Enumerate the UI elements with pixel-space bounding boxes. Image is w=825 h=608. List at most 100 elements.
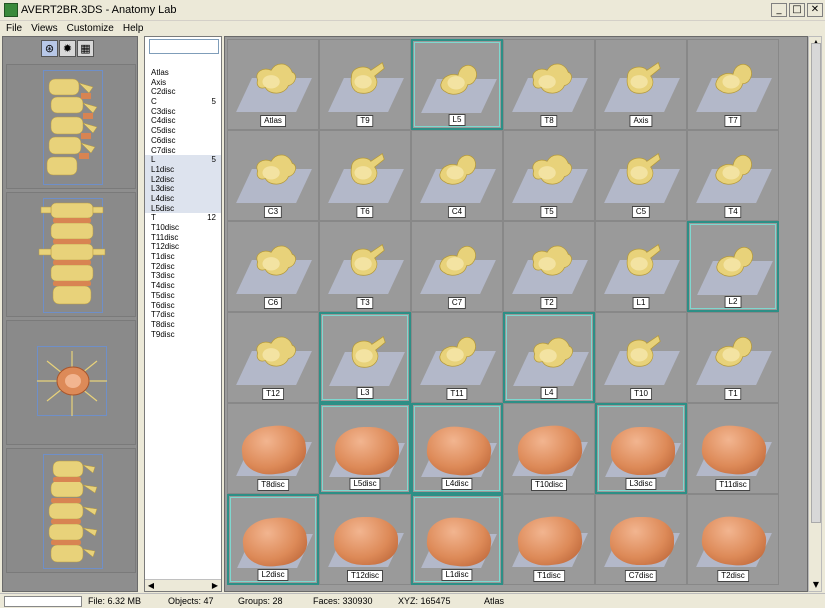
model-tile[interactable]: T12 [227,312,319,403]
list-item[interactable]: T7disc [145,310,221,320]
model-tile[interactable]: T10disc [503,403,595,494]
model-tile[interactable]: T5 [503,130,595,221]
list-item[interactable]: L2disc [145,174,221,185]
thumbnail-lateral[interactable] [6,64,136,189]
model-tile[interactable]: C3 [227,130,319,221]
list-item[interactable]: L5 [145,155,221,165]
minimize-button[interactable]: _ [771,3,787,17]
list-item[interactable]: T5disc [145,291,221,301]
model-tile[interactable]: T3 [319,221,411,312]
model-tile[interactable]: T1 [687,312,779,403]
model-tile[interactable]: T8disc [227,403,319,494]
render-icon[interactable]: ✹ [59,40,76,57]
model-tile[interactable]: T11 [411,312,503,403]
list-item[interactable]: C4disc [145,116,221,126]
model-tile[interactable]: T11disc [687,403,779,494]
model-tile[interactable]: T4 [687,130,779,221]
scrollbar-thumb[interactable] [811,43,821,523]
model-tile[interactable]: T1disc [503,494,595,585]
list-item[interactable]: L5disc [145,203,221,214]
model-label: T2disc [717,570,749,582]
model-tile[interactable]: T12disc [319,494,411,585]
thumbnail-anterior[interactable] [6,192,136,317]
model-tile[interactable]: L5disc [319,403,411,494]
model-tile[interactable]: L2disc [227,494,319,585]
list-item[interactable]: T11disc [145,233,221,243]
model-tile[interactable]: Axis [595,39,687,130]
model-tile[interactable]: L4disc [411,403,503,494]
scroll-down-icon[interactable]: ▼ [810,579,822,591]
model-tile[interactable]: L1 [595,221,687,312]
grid-vertical-scrollbar[interactable]: ▲ ▼ [808,36,822,592]
list-item[interactable]: C5disc [145,126,221,136]
list-item[interactable]: T12disc [145,242,221,252]
model-tile[interactable]: T7 [687,39,779,130]
list-item[interactable]: C3disc [145,107,221,117]
list-item-label: T10disc [151,223,180,232]
scroll-left-icon[interactable]: ◀ [145,580,157,591]
list-item[interactable]: L1disc [145,164,221,175]
model-tile[interactable]: L1disc [411,494,503,585]
list-item[interactable]: T 12 [145,213,221,223]
list-item[interactable]: T1disc [145,252,221,262]
model-tile[interactable]: T9 [319,39,411,130]
model-tile[interactable]: T6 [319,130,411,221]
menu-views[interactable]: Views [25,23,61,34]
scroll-right-icon[interactable]: ▶ [209,580,221,591]
model-base-plate [605,443,681,477]
menu-customize[interactable]: Customize [61,23,117,34]
list-item[interactable]: T10disc [145,223,221,233]
vertebra-model-image [715,63,752,94]
list-item[interactable]: T9disc [145,330,221,340]
model-tile[interactable]: L4 [503,312,595,403]
model-tile[interactable]: T8 [503,39,595,130]
model-tile[interactable]: L3 [319,312,411,403]
model-tile[interactable]: L5 [411,39,503,130]
model-tile[interactable]: L3disc [595,403,687,494]
progress-box [4,596,82,607]
model-label: L4 [540,387,558,399]
list-item[interactable]: T2disc [145,262,221,272]
maximize-button[interactable]: □ [789,3,805,17]
spine-superior-image [37,351,107,416]
list-item[interactable]: L3disc [145,184,221,194]
vertebra-model-image [532,63,572,94]
list-item[interactable]: Atlas [145,68,221,78]
app-icon [4,3,18,17]
model-tile[interactable]: C4 [411,130,503,221]
model-tile[interactable]: L2 [687,221,779,312]
list-item[interactable]: C2disc [145,87,221,97]
close-button[interactable]: ✕ [807,3,823,17]
list-item[interactable]: C7disc [145,146,221,156]
list-item[interactable]: T8disc [145,320,221,330]
model-tile[interactable]: C7disc [595,494,687,585]
thumbnail-posterior-lateral[interactable] [6,448,136,573]
model-tile[interactable]: Atlas [227,39,319,130]
list-item[interactable]: T3disc [145,271,221,281]
list-item[interactable]: C5 [145,97,221,107]
menu-help[interactable]: Help [117,23,147,34]
model-label: T9 [356,115,374,127]
vertebra-model-image [439,245,476,276]
list-item[interactable]: T6disc [145,301,221,311]
parts-list-panel: Atlas Axis C2disc C 5 C3disc C4disc C5disc C6dis… [144,36,222,592]
color-icon[interactable]: ▦ [77,40,94,57]
model-tile[interactable]: C7 [411,221,503,312]
thumbnail-panel: ⊛ ✹ ▦ [2,36,138,592]
model-label: Axis [629,115,653,127]
list-horizontal-scrollbar[interactable]: ◀ ▶ [145,579,221,591]
thumbnail-superior[interactable] [6,320,136,445]
wireframe-icon[interactable]: ⊛ [41,40,58,57]
list-item[interactable]: T4disc [145,281,221,291]
model-tile[interactable]: T10 [595,312,687,403]
list-item[interactable]: C6disc [145,136,221,146]
parts-search-input[interactable] [149,39,219,54]
list-item[interactable]: L4disc [145,193,221,204]
model-tile[interactable]: C5 [595,130,687,221]
menu-file[interactable]: File [0,23,25,34]
list-item[interactable]: Axis [145,78,221,88]
model-label: T1disc [533,570,565,582]
model-tile[interactable]: T2 [503,221,595,312]
model-tile[interactable]: T2disc [687,494,779,585]
model-tile[interactable]: C6 [227,221,319,312]
